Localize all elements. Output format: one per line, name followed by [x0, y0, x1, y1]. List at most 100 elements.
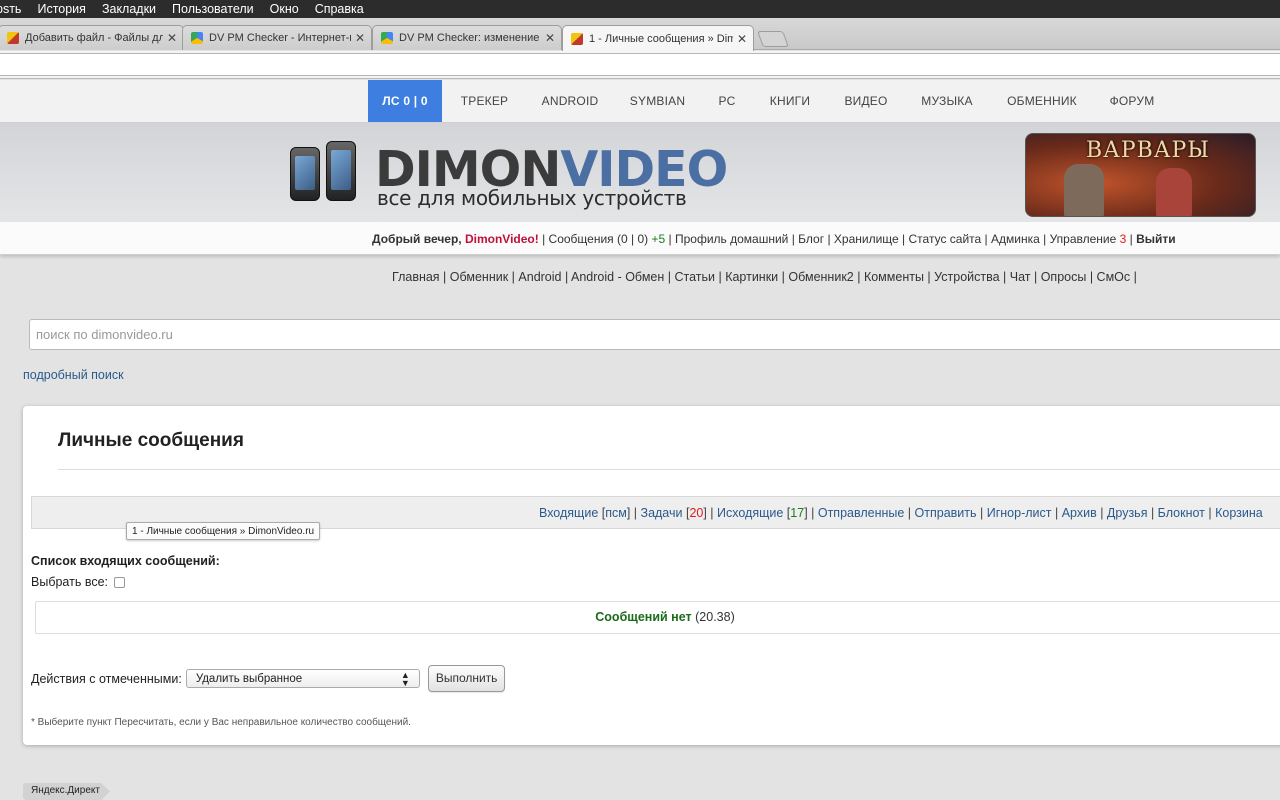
inbox-list-heading: Список входящих сообщений:: [31, 554, 220, 568]
banner-text: ВАРВАРЫ: [1086, 138, 1210, 163]
close-icon[interactable]: ✕: [737, 32, 747, 46]
updown-arrows-icon: ▲ ▼: [400, 669, 410, 688]
manage-link[interactable]: Управление: [1050, 232, 1117, 246]
pm-send-link[interactable]: Отправить: [915, 506, 977, 520]
link-polls[interactable]: Опросы: [1041, 270, 1087, 284]
close-icon[interactable]: ✕: [545, 31, 555, 45]
action-select[interactable]: Удалить выбранное ▲ ▼: [185, 669, 420, 688]
close-icon[interactable]: ✕: [355, 31, 365, 45]
pm-inbox-link[interactable]: Входящие: [539, 506, 598, 520]
pm-friends-link[interactable]: Друзья: [1107, 506, 1148, 520]
pm-panel: Личные сообщения Входящие [псм] | Задачи…: [23, 406, 1280, 745]
profile-link[interactable]: Профиль домашний: [675, 232, 788, 246]
link-exchanger2[interactable]: Обменник2: [788, 270, 853, 284]
logout-link[interactable]: Выйти: [1136, 232, 1176, 246]
storage-link[interactable]: Хранилище: [834, 232, 899, 246]
link-articles[interactable]: Статьи: [674, 270, 715, 284]
tab-title: DV PM Checker - Интернет-м: [209, 32, 351, 44]
tab-title: DV PM Checker: изменение п: [399, 32, 541, 44]
tab-title: 1 - Личные сообщения » Dim: [589, 32, 733, 45]
nav-books[interactable]: КНИГИ: [759, 80, 821, 122]
messages-box: Сообщений нет (20.38): [35, 601, 1280, 634]
site-top-nav: ЛС 0 | 0 ТРЕКЕР ANDROID SYMBIAN PC КНИГИ…: [0, 80, 1280, 123]
recount-note: * Выберите пункт Пересчитать, если у Вас…: [31, 717, 411, 728]
pm-outbox-count: 17: [790, 506, 805, 520]
site-links: Главная | Обменник | Android | Android -…: [392, 270, 1137, 284]
nav-android[interactable]: ANDROID: [530, 80, 610, 122]
select-all-checkbox[interactable]: [114, 576, 125, 588]
link-android-exchange[interactable]: Android - Обмен: [571, 270, 664, 284]
dv-icon: [571, 32, 583, 45]
browser-tab[interactable]: Добавить файл - Файлы для к ✕: [0, 25, 184, 50]
nav-pc[interactable]: PC: [705, 80, 749, 122]
link-comments[interactable]: Комменты: [864, 270, 924, 284]
run-button[interactable]: Выполнить: [427, 665, 506, 692]
pm-tasks-link[interactable]: Задачи: [641, 506, 683, 520]
menu-item-users[interactable]: Пользователи: [164, 2, 262, 16]
select-all-label: Выбрать все:: [31, 575, 108, 589]
drive-icon: [381, 32, 393, 44]
link-chat[interactable]: Чат: [1010, 270, 1031, 284]
browser-tab-active[interactable]: 1 - Личные сообщения » Dim ✕: [562, 25, 754, 51]
pm-outbox-link[interactable]: Исходящие: [717, 506, 783, 520]
manage-count: 3: [1119, 232, 1127, 246]
search-input[interactable]: [29, 319, 1280, 350]
user-bar: Добрый вечер, DimonVideo! | Сообщения (0…: [0, 222, 1280, 255]
browser-tab[interactable]: DV PM Checker: изменение п ✕: [372, 25, 562, 50]
link-pictures[interactable]: Картинки: [725, 270, 778, 284]
bulk-actions-row: Действия с отмеченными: Удалить выбранно…: [31, 665, 506, 692]
pm-archive-link[interactable]: Архив: [1062, 506, 1097, 520]
address-bar[interactable]: [0, 53, 1280, 76]
link-android[interactable]: Android: [518, 270, 561, 284]
select-all-row: Выбрать все:: [31, 575, 125, 589]
phones-image: [290, 141, 358, 203]
username-link[interactable]: DimonVideo!: [465, 232, 539, 246]
greeting: Добрый вечер,: [372, 232, 462, 246]
messages-plus[interactable]: +5: [651, 232, 665, 246]
messages-link[interactable]: Сообщения (0 | 0): [549, 232, 649, 246]
os-menubar: рsть История Закладки Пользователи Окно …: [0, 0, 1280, 18]
no-messages-extra: (20.38): [695, 610, 735, 624]
menu-item-history[interactable]: История: [29, 2, 93, 16]
site-header: DIMONVIDEO все для мобильных устройств В…: [0, 123, 1280, 222]
menu-item-help[interactable]: Справка: [307, 2, 372, 16]
nav-forum[interactable]: ФОРУМ: [1098, 80, 1166, 122]
menu-item-file[interactable]: рsть: [0, 2, 29, 16]
new-tab-button[interactable]: [757, 31, 789, 47]
site-logo[interactable]: DIMONVIDEO все для мобильных устройств: [375, 145, 728, 213]
admin-link[interactable]: Админка: [991, 232, 1040, 246]
pm-ignore-link[interactable]: Игнор-лист: [987, 506, 1052, 520]
close-icon[interactable]: ✕: [167, 31, 177, 45]
site-status-link[interactable]: Статус сайта: [909, 232, 982, 246]
menu-item-window[interactable]: Окно: [262, 2, 307, 16]
pm-inbox-extra[interactable]: псм: [605, 506, 627, 520]
link-exchanger[interactable]: Обменник: [450, 270, 508, 284]
page-title: Личные сообщения: [58, 430, 244, 451]
browser-toolbar: [0, 51, 1280, 79]
pm-sent-link[interactable]: Отправленные: [818, 506, 904, 520]
no-messages-text: Сообщений нет: [595, 610, 692, 624]
blog-link[interactable]: Блог: [798, 232, 824, 246]
advanced-search-link[interactable]: подробный поиск: [23, 368, 124, 382]
menu-item-bookmarks[interactable]: Закладки: [94, 2, 164, 16]
tab-title: Добавить файл - Файлы для к: [25, 32, 163, 44]
ad-banner[interactable]: ВАРВАРЫ: [1025, 133, 1256, 217]
yandex-direct-label[interactable]: Яндекс.Директ: [23, 783, 110, 800]
link-devices[interactable]: Устройства: [934, 270, 999, 284]
link-smos[interactable]: СмОс: [1097, 270, 1131, 284]
divider: [58, 469, 1280, 470]
action-select-value: Удалить выбранное: [195, 672, 303, 685]
browser-tab[interactable]: DV PM Checker - Интернет-м ✕: [182, 25, 372, 50]
dv-icon: [7, 32, 19, 44]
drive-icon: [191, 32, 203, 44]
actions-label: Действия с отмеченными:: [31, 671, 182, 686]
nav-video[interactable]: ВИДЕО: [832, 80, 900, 122]
link-home[interactable]: Главная: [392, 270, 440, 284]
nav-pm[interactable]: ЛС 0 | 0: [368, 80, 442, 122]
nav-symbian[interactable]: SYMBIAN: [620, 80, 695, 122]
pm-notepad-link[interactable]: Блокнот: [1158, 506, 1205, 520]
nav-music[interactable]: МУЗЫКА: [908, 80, 986, 122]
pm-trash-link[interactable]: Корзина: [1215, 506, 1263, 520]
nav-tracker[interactable]: ТРЕКЕР: [447, 80, 522, 122]
nav-exchanger[interactable]: ОБМЕННИК: [998, 80, 1086, 122]
